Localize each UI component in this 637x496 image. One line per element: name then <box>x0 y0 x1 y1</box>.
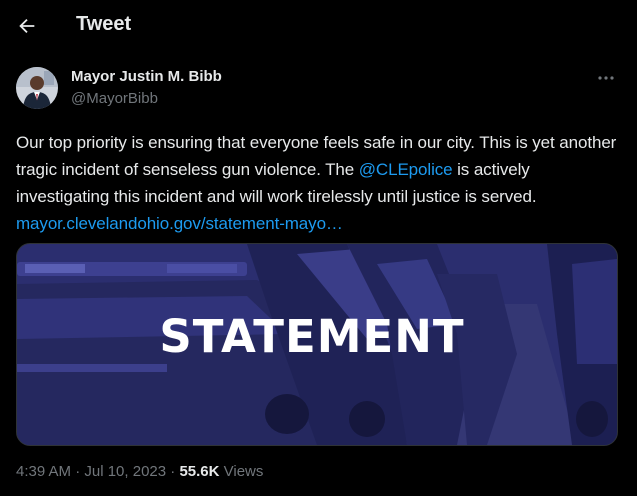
views-count: 55.6K <box>179 463 220 480</box>
tweet-header: Tweet <box>0 0 637 53</box>
more-options-button[interactable] <box>595 67 617 89</box>
tweet-meta: 4:39 AM · Jul 10, 2023 · 55.6K Views <box>16 463 263 480</box>
avatar[interactable] <box>16 67 58 109</box>
views-label: Views <box>219 463 264 480</box>
statement-link[interactable]: mayor.clevelandohio.gov/statement-mayo… <box>16 214 343 233</box>
author-name[interactable]: Mayor Justin M. Bibb <box>71 68 222 85</box>
more-horizontal-icon <box>598 76 614 80</box>
author-handle[interactable]: @MayorBibb <box>71 90 158 107</box>
tweet-text: Our top priority is ensuring that everyo… <box>16 129 621 237</box>
mention-link[interactable]: @CLEpolice <box>359 160 453 179</box>
meta-separator: · <box>166 463 180 480</box>
arrow-left-icon <box>19 18 35 34</box>
statement-label: STATEMENT <box>159 310 465 363</box>
back-button[interactable] <box>10 9 44 43</box>
tweet-media[interactable]: STATEMENT <box>16 243 618 446</box>
tweet-timestamp[interactable]: 4:39 AM · Jul 10, 2023 <box>16 463 166 480</box>
page-title: Tweet <box>76 13 132 35</box>
